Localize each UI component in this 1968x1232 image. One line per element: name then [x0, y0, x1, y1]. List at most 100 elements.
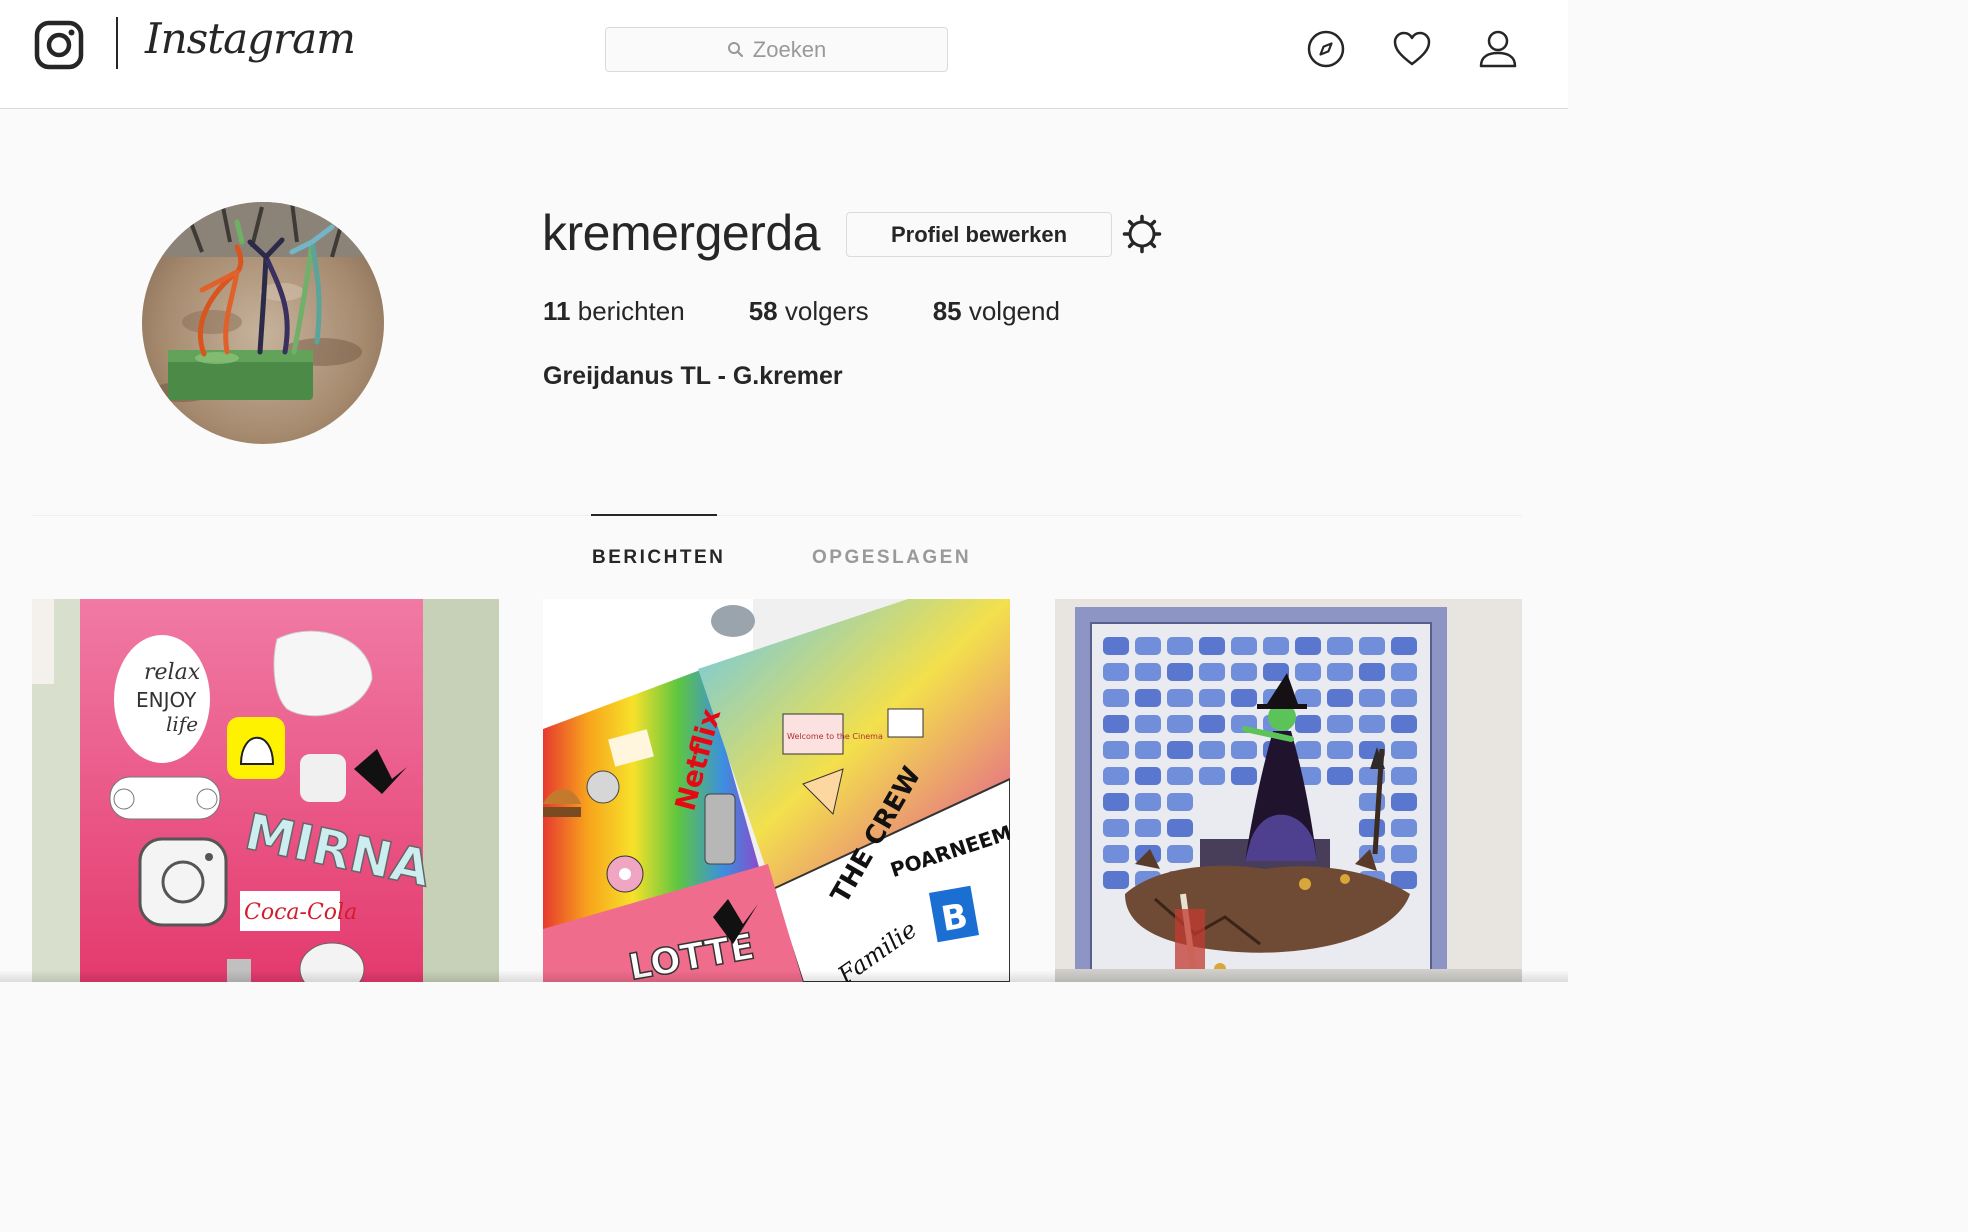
activity-heart-icon[interactable] [1392, 29, 1432, 69]
blue-tile [1103, 793, 1129, 811]
explore-compass-icon[interactable] [1306, 29, 1346, 69]
relax-text: relax [144, 660, 201, 685]
blue-tile [1231, 767, 1257, 785]
blue-tile [1135, 637, 1161, 655]
profile-stats: 11 berichten 58 volgers 85 volgend [543, 296, 1124, 327]
blue-tile [1327, 663, 1353, 681]
blue-tile [1103, 689, 1129, 707]
profile-user-icon[interactable] [1478, 29, 1518, 69]
enjoy-text: ENJOY [136, 688, 197, 712]
blue-tile [1359, 819, 1385, 837]
posts-label: berichten [577, 296, 685, 326]
cinema-text: Welcome to the Cinema [787, 732, 883, 741]
blue-tile [1135, 741, 1161, 759]
post-thumbnail[interactable]: relax ENJOY life MIRNA Coca-Cola [32, 599, 499, 982]
blue-tile [1359, 637, 1385, 655]
blue-tile [1391, 637, 1417, 655]
blue-tile [1327, 715, 1353, 733]
blue-tile [1103, 715, 1129, 733]
blue-tile [1167, 793, 1193, 811]
blue-tile [1391, 689, 1417, 707]
instagram-wordmark[interactable]: Instagram [145, 14, 356, 63]
stat-following[interactable]: 85 volgend [933, 296, 1060, 327]
blue-tile [1103, 637, 1129, 655]
blue-tile [1327, 689, 1353, 707]
blue-tile [1391, 663, 1417, 681]
blue-tile [1167, 663, 1193, 681]
blue-tile [1103, 663, 1129, 681]
blue-tile [1359, 689, 1385, 707]
blue-tile [1199, 741, 1225, 759]
blue-tile [1135, 663, 1161, 681]
blue-tile [1391, 819, 1417, 837]
blue-tile [1167, 845, 1193, 863]
blue-tile [1199, 663, 1225, 681]
blue-tile [1359, 715, 1385, 733]
coca-cola-text: Coca-Cola [244, 900, 357, 925]
profile-avatar[interactable] [142, 202, 384, 444]
blue-tile [1391, 715, 1417, 733]
blue-tile [1199, 689, 1225, 707]
blue-tile [1167, 689, 1193, 707]
followers-count: 58 [748, 296, 778, 326]
tab-posts[interactable]: BERICHTEN [592, 547, 725, 569]
blue-tile [1199, 715, 1225, 733]
blue-tile [1167, 819, 1193, 837]
stat-followers[interactable]: 58 volgers [749, 296, 869, 327]
blue-tile [1327, 637, 1353, 655]
blue-tile [1391, 793, 1417, 811]
blue-tile [1103, 819, 1129, 837]
edit-profile-button[interactable]: Profiel bewerken [846, 212, 1112, 257]
blue-tile [1295, 663, 1321, 681]
blue-tile [1199, 637, 1225, 655]
post-image-collage-poster: relax ENJOY life MIRNA Coca-Cola [32, 599, 499, 982]
blue-tile [1231, 637, 1257, 655]
profile-full-name: Greijdanus TL - G.kremer [543, 362, 843, 390]
blue-tile [1391, 767, 1417, 785]
tab-saved[interactable]: OPGESLAGEN [812, 547, 971, 569]
active-tab-indicator [591, 514, 717, 516]
blue-tile [1231, 663, 1257, 681]
following-count: 85 [932, 296, 962, 326]
blue-tile [1327, 767, 1353, 785]
search-icon [727, 42, 743, 58]
blue-tile [1295, 741, 1321, 759]
blue-tile [1199, 767, 1225, 785]
blue-tile [1135, 819, 1161, 837]
blue-tile [1231, 741, 1257, 759]
blue-tile [1103, 845, 1129, 863]
blue-tile [1135, 793, 1161, 811]
blue-tile [1391, 741, 1417, 759]
stat-posts[interactable]: 11 berichten [543, 296, 685, 327]
blue-tile [1167, 715, 1193, 733]
search-input[interactable]: Zoeken [605, 27, 948, 72]
blue-tile [1103, 767, 1129, 785]
blue-tile [1295, 715, 1321, 733]
blue-tile [1103, 871, 1129, 889]
blue-tile [1167, 767, 1193, 785]
blue-tile [1167, 637, 1193, 655]
blue-tile [1135, 767, 1161, 785]
blue-tile [1359, 663, 1385, 681]
blue-tile [1167, 741, 1193, 759]
top-navigation-bar: Instagram Zoeken [0, 0, 1568, 109]
settings-gear-icon[interactable] [1122, 214, 1162, 254]
blue-tile [1103, 741, 1129, 759]
tabs-divider [32, 515, 1522, 516]
instagram-logo-icon[interactable] [34, 20, 84, 70]
post-thumbnail[interactable]: Netflix Welcome to the Cinema THE CREW P… [543, 599, 1010, 982]
blue-tile [1327, 741, 1353, 759]
logo-divider [116, 17, 118, 69]
followers-label: volgers [784, 296, 869, 326]
avatar-photo [142, 202, 384, 444]
following-label: volgend [968, 296, 1060, 326]
blue-tile [1135, 689, 1161, 707]
blue-tile [1263, 637, 1289, 655]
blue-tile [1295, 637, 1321, 655]
blue-tile [1231, 689, 1257, 707]
profile-username: kremergerda [542, 205, 820, 261]
blue-tile [1391, 845, 1417, 863]
post-image-witch-painting [1055, 599, 1522, 982]
post-thumbnail[interactable] [1055, 599, 1522, 982]
post-image-collage-table: Netflix Welcome to the Cinema THE CREW P… [543, 599, 1010, 982]
